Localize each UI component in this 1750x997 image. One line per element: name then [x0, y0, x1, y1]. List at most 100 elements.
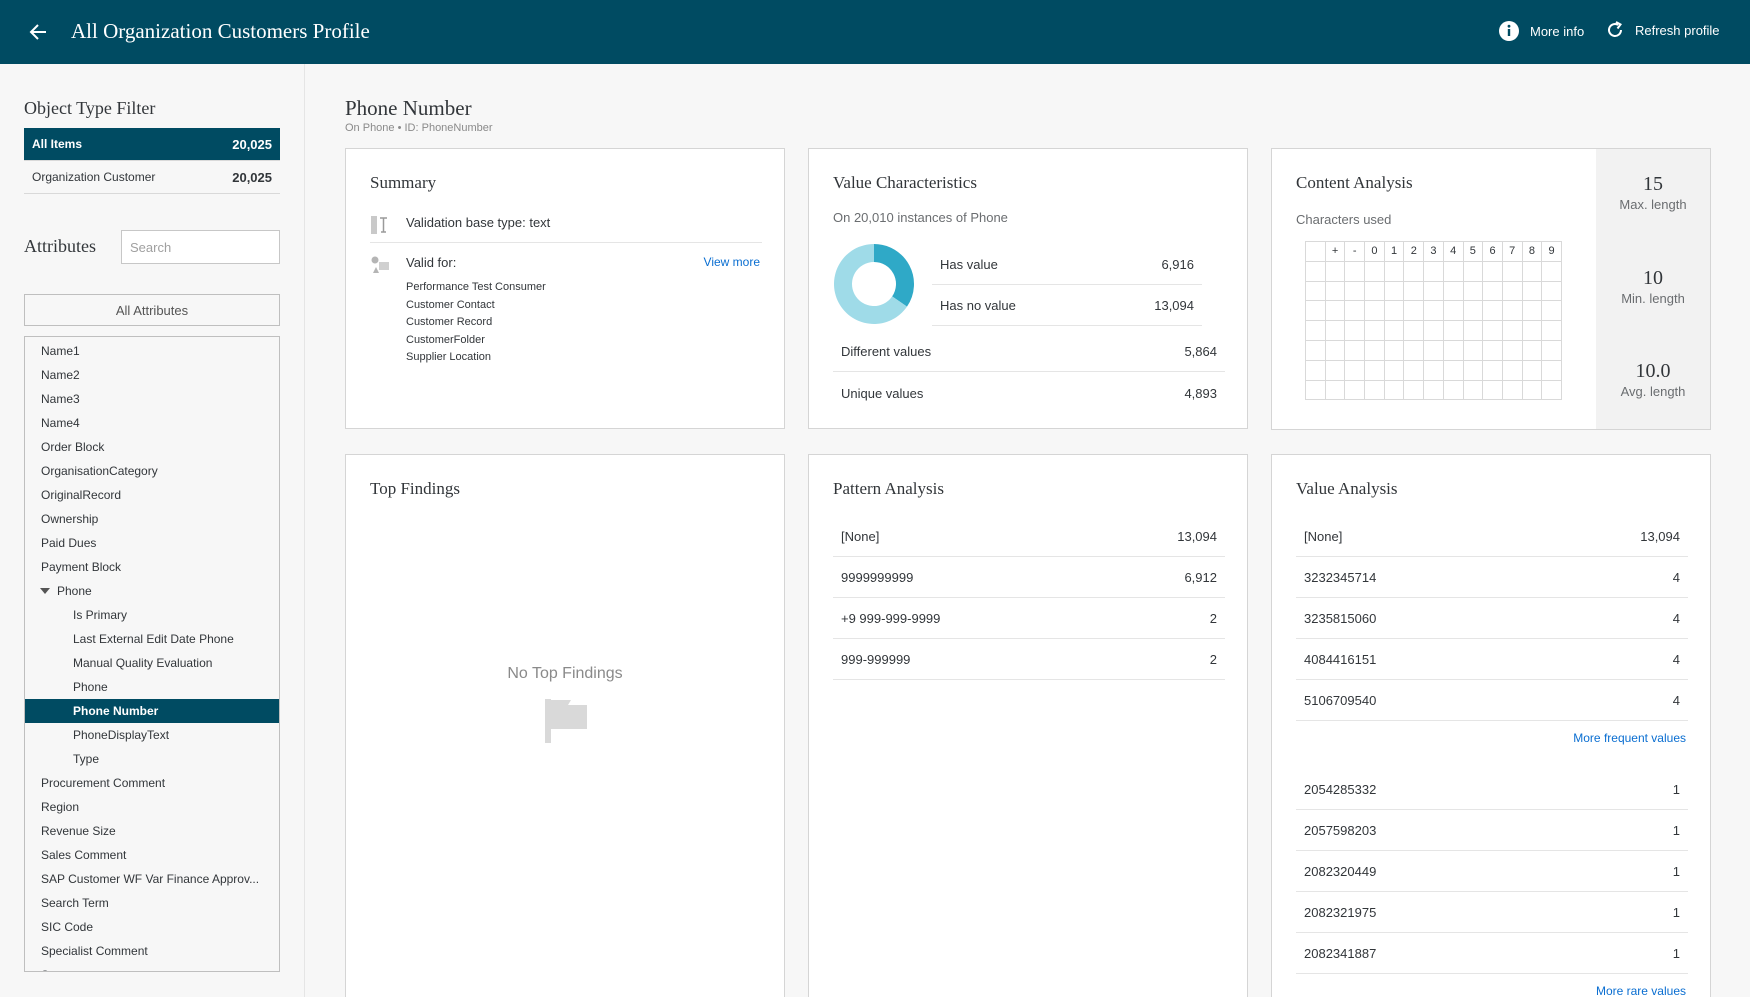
grid-row [1305, 320, 1562, 341]
grid-cell [1305, 280, 1326, 302]
attribute-item[interactable]: SIC Code [25, 915, 279, 939]
attribute-item[interactable]: Last External Edit Date Phone [25, 627, 279, 651]
rare-value-row[interactable]: 2082321975 1 [1296, 893, 1688, 933]
grid-cell: 0 [1364, 241, 1385, 262]
rare-value-row[interactable]: 2057598203 1 [1296, 811, 1688, 851]
value-characteristics-subtitle: On 20,010 instances of Phone [833, 210, 1008, 225]
grid-cell [1344, 320, 1366, 341]
attribute-label: Is Primary [73, 608, 127, 622]
summary-title: Summary [370, 173, 437, 192]
frequent-value-row[interactable]: 4084416151 4 [1296, 640, 1688, 680]
grid-row [1305, 359, 1562, 381]
top-findings-title: Top Findings [370, 479, 460, 498]
attribute-item[interactable]: Paid Dues [25, 531, 279, 555]
attribute-item[interactable]: Name3 [25, 387, 279, 411]
grid-cell [1482, 320, 1503, 341]
more-info-button[interactable]: More info [1498, 20, 1584, 42]
attribute-item[interactable]: Phone [25, 675, 279, 699]
attribute-item[interactable]: OriginalRecord [25, 483, 279, 507]
grid-cell [1344, 359, 1366, 381]
attribute-item[interactable]: PhoneDisplayText [25, 723, 279, 747]
length-stats-panel: 15 Max. length 10 Min. length 10.0 Avg. … [1596, 149, 1710, 429]
grid-cell [1501, 320, 1523, 341]
attribute-item[interactable]: Sales Comment [25, 843, 279, 867]
attribute-item[interactable]: Is Primary [25, 603, 279, 627]
valid-for-item: Customer Record [406, 316, 493, 328]
attribute-item[interactable]: Status [25, 963, 279, 971]
attribute-item[interactable]: Type [25, 747, 279, 771]
attribute-item[interactable]: Procurement Comment [25, 771, 279, 795]
object-type-filter-heading: Object Type Filter [24, 98, 156, 118]
view-more-link[interactable]: View more [704, 255, 760, 269]
value-analysis-card: Value Analysis [None] 13,094 3232345714 … [1271, 454, 1711, 997]
grid-cell [1403, 260, 1425, 282]
rare-value-row[interactable]: 2082320449 1 [1296, 852, 1688, 892]
grid-cell [1305, 241, 1326, 262]
back-button[interactable] [24, 18, 52, 46]
all-attributes-button[interactable]: All Attributes [24, 294, 280, 326]
grid-cell [1305, 339, 1326, 361]
grid-cell [1521, 379, 1543, 401]
grid-cell [1521, 339, 1543, 361]
rare-value-row[interactable]: 2082341887 1 [1296, 934, 1688, 974]
grid-cell [1383, 300, 1405, 322]
grid-cell [1423, 320, 1444, 341]
attribute-item[interactable]: Payment Block [25, 555, 279, 579]
pattern-row[interactable]: [None] 13,094 [833, 517, 1225, 557]
attribute-item[interactable]: Order Block [25, 435, 279, 459]
frequent-value-row[interactable]: [None] 13,094 [1296, 517, 1688, 557]
filter-all-items[interactable]: All Items 20,025 [24, 128, 280, 161]
filter-label: Organization Customer [32, 170, 156, 184]
attribute-item[interactable]: Name4 [25, 411, 279, 435]
grid-cell [1541, 260, 1562, 282]
attribute-item[interactable]: OrganisationCategory [25, 459, 279, 483]
attribute-item[interactable]: SAP Customer WF Var Finance Approv... [25, 867, 279, 891]
value-text: [None] [1304, 529, 1343, 544]
pattern-value: +9 999-999-9999 [841, 611, 941, 626]
pattern-row[interactable]: 9999999999 6,912 [833, 558, 1225, 598]
frequent-value-row[interactable]: 3232345714 4 [1296, 558, 1688, 598]
pattern-value: 9999999999 [841, 570, 914, 585]
valid-for-list: Performance Test Consumer Customer Conta… [406, 279, 546, 367]
refresh-profile-button[interactable]: Refresh profile [1605, 20, 1720, 40]
more-frequent-values-link[interactable]: More frequent values [1573, 731, 1686, 745]
pattern-row[interactable]: 999-999999 2 [833, 640, 1225, 680]
attribute-item[interactable]: Name1 [25, 339, 279, 363]
attribute-item[interactable]: Name2 [25, 363, 279, 387]
grid-cell [1324, 379, 1346, 401]
different-values-row: Different values 5,864 [833, 332, 1225, 372]
attribute-item[interactable]: Manual Quality Evaluation [25, 651, 279, 675]
grid-cell [1521, 320, 1543, 341]
value-count: 13,094 [1640, 529, 1680, 544]
attribute-item[interactable]: Phone Number [25, 699, 279, 723]
attribute-label: Procurement Comment [41, 776, 166, 790]
value-donut-chart [834, 244, 914, 324]
grid-cell: 1 [1383, 241, 1405, 262]
filter-organization-customer[interactable]: Organization Customer 20,025 [24, 161, 280, 194]
frequent-value-row[interactable]: 5106709540 4 [1296, 681, 1688, 721]
more-rare-values-link[interactable]: More rare values [1596, 984, 1686, 997]
grid-cell [1541, 320, 1562, 341]
attribute-item[interactable]: Search Term [25, 891, 279, 915]
attribute-label: Last External Edit Date Phone [73, 632, 234, 646]
value-count: 1 [1672, 905, 1680, 920]
grid-row [1305, 260, 1562, 282]
attribute-item[interactable]: Phone [25, 579, 279, 603]
caret-down-icon[interactable] [40, 588, 50, 594]
attribute-list[interactable]: Name1 Name2 Name3 Name4 Order Block Organisat… [24, 336, 280, 972]
pattern-row[interactable]: +9 999-999-9999 2 [833, 599, 1225, 639]
attribute-search-input[interactable] [121, 230, 280, 264]
unique-values-count: 4,893 [1184, 385, 1217, 401]
rare-value-row[interactable]: 2054285332 1 [1296, 770, 1688, 810]
grid-cell: - [1344, 241, 1366, 262]
attribute-item[interactable]: Ownership [25, 507, 279, 531]
has-value-label: Has value [940, 257, 998, 272]
attribute-item[interactable]: Specialist Comment [25, 939, 279, 963]
attribute-item[interactable]: Region [25, 795, 279, 819]
grid-cell [1364, 280, 1385, 302]
grid-cell [1423, 359, 1444, 381]
frequent-value-row[interactable]: 3235815060 4 [1296, 599, 1688, 639]
grid-cell [1501, 280, 1523, 302]
grid-cell [1541, 379, 1562, 401]
attribute-item[interactable]: Revenue Size [25, 819, 279, 843]
